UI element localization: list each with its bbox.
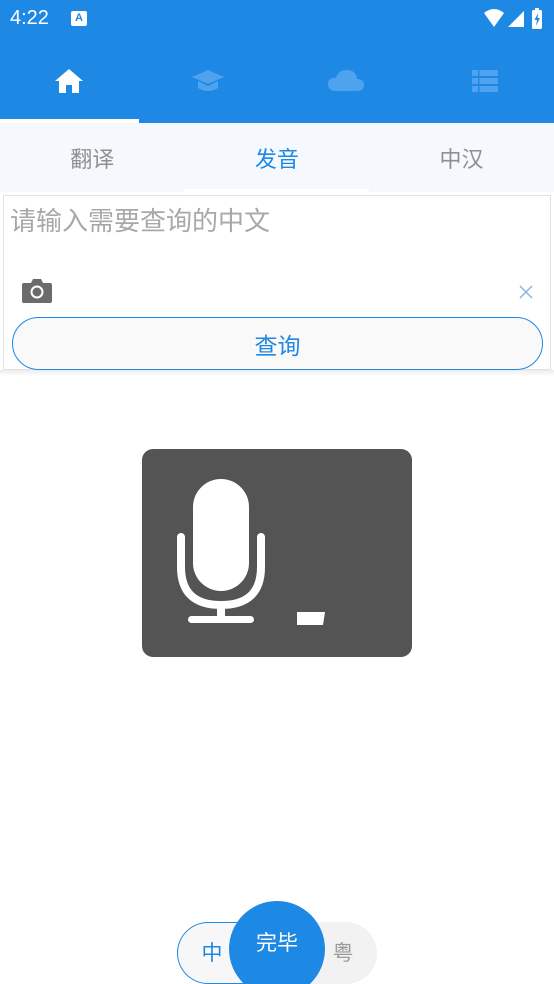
language-cantonese-label[interactable]: 粤 [328,938,358,968]
divider [0,370,554,376]
query-card: 查询 [3,195,551,370]
signal-icon [508,11,524,27]
sub-tabs: 翻译 发音 中汉 [0,123,554,192]
wifi-icon [484,9,504,27]
status-bar: 4:22 A [0,0,554,38]
tab-translate[interactable]: 翻译 [0,123,185,192]
volume-level-bar [297,612,325,625]
app-screen: 4:22 A 翻译 发音 中汉 请输入需要查询的中文 查询 中 粤 完毕 [0,0,554,984]
camera-icon[interactable] [21,276,53,304]
tab-pronunciation[interactable]: 发音 [185,123,370,192]
nav-tab-list[interactable] [416,38,554,123]
nav-tab-study[interactable] [139,38,278,123]
list-icon [471,69,498,92]
language-mandarin-label[interactable]: 中 [197,938,227,968]
microphone-icon [177,479,325,625]
home-icon [55,68,84,93]
nav-tab-cloud[interactable] [277,38,416,123]
status-indicators [482,7,544,31]
nav-tab-home[interactable] [0,38,139,123]
top-navigation [0,38,554,123]
done-button[interactable]: 完毕 [229,901,325,984]
sub-tab-active-indicator [184,189,369,192]
cloud-icon [328,69,365,91]
status-time: 4:22 [10,7,49,29]
battery-icon [532,8,542,29]
voice-input-indicator [142,449,412,657]
clear-icon[interactable] [518,284,534,300]
query-input[interactable] [10,202,510,242]
tab-chinese-dictionary[interactable]: 中汉 [369,123,554,192]
query-button[interactable]: 查询 [12,317,543,370]
graduation-cap-icon [191,69,224,91]
app-notification-icon: A [71,11,87,26]
